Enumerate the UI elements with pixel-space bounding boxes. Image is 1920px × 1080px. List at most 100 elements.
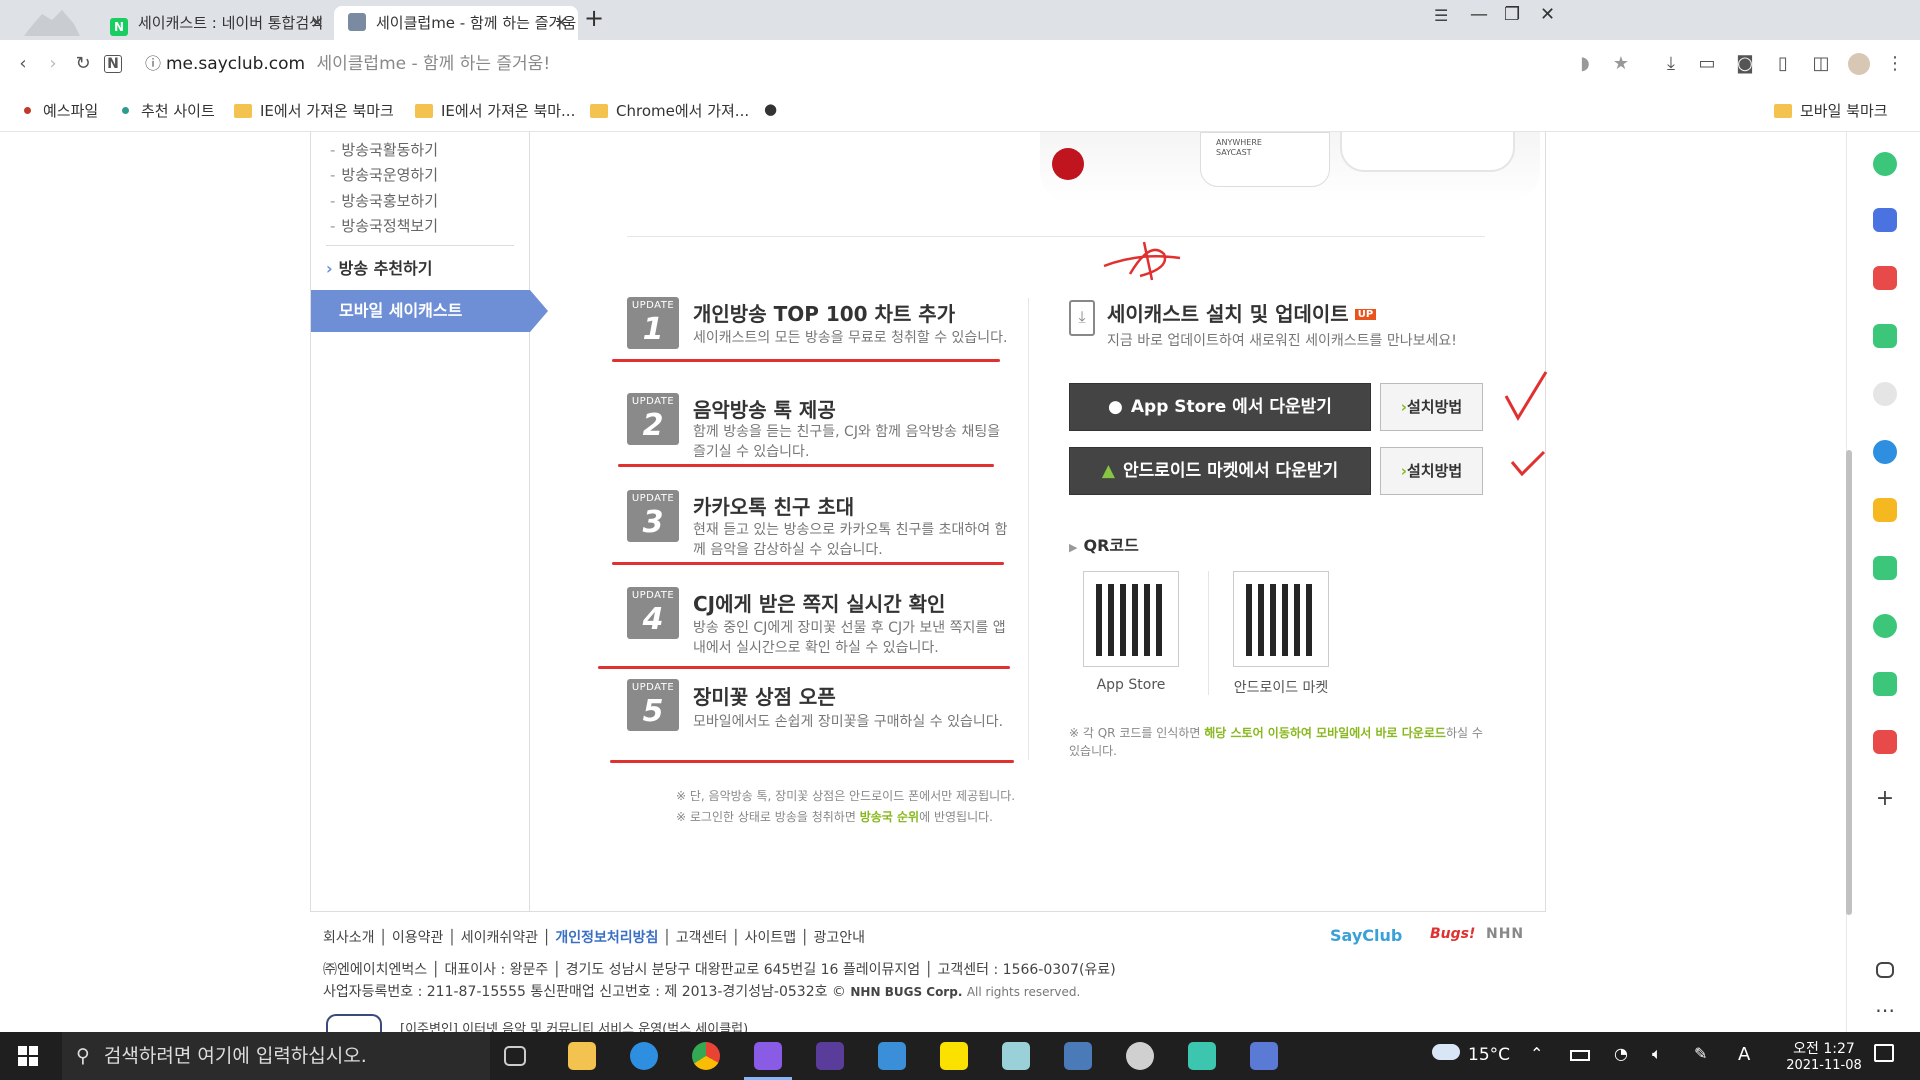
red-check-annotation [1508, 448, 1548, 478]
side-briefcase-icon[interactable] [1873, 208, 1897, 232]
tab-naver-search[interactable]: N 세이캐스트 : 네이버 통합검색 ✕ [96, 6, 334, 40]
nav-subitem[interactable]: 방송국홍보하기 [330, 190, 438, 211]
chevron-up-icon[interactable]: ⌃ [1530, 1044, 1543, 1063]
red-underline-annotation [610, 760, 1014, 763]
nav-subitem[interactable]: 방송국운영하기 [330, 164, 438, 185]
input-language[interactable]: A [1738, 1044, 1750, 1065]
update-badge-5: UPDATE 5 [627, 679, 679, 731]
app-teal-icon[interactable] [1002, 1042, 1030, 1070]
forward-icon[interactable]: › [42, 53, 64, 75]
side-more-icon[interactable]: ⋯ [1873, 998, 1897, 1022]
app-flower-icon[interactable] [1126, 1042, 1154, 1070]
appstore-howto-button[interactable]: ›설치방법 [1380, 383, 1483, 431]
pen-icon[interactable]: ✎ [1694, 1044, 1707, 1063]
side-papago-icon[interactable] [1873, 382, 1897, 406]
windows-start-icon[interactable] [18, 1046, 38, 1066]
menu-icon[interactable]: ⋮ [1884, 53, 1906, 75]
footer-link-terms[interactable]: 이용약관 [392, 930, 444, 946]
nav-subitem[interactable]: 방송국활동하기 [330, 139, 438, 160]
minimize-button[interactable]: — [1470, 4, 1488, 25]
rose-icon [1052, 148, 1084, 180]
footer-link-ads[interactable]: 광고안내 [814, 930, 866, 946]
whale-browser-icon[interactable] [754, 1042, 782, 1070]
weather-temp[interactable]: 15°C [1468, 1045, 1510, 1065]
back-icon[interactable]: ‹ [12, 53, 34, 75]
app-blue-icon[interactable] [878, 1042, 906, 1070]
nhn-logo[interactable]: NHN [1486, 926, 1524, 942]
nav-subitem[interactable]: 방송국정책보기 [330, 215, 438, 236]
app-settings-icon[interactable] [1064, 1042, 1092, 1070]
close-tab-icon[interactable]: ✕ [311, 6, 324, 40]
footer-link-saycash[interactable]: 세이캐쉬약관 [461, 930, 538, 946]
reader-icon[interactable]: ▯ [1772, 53, 1794, 75]
shield-icon[interactable]: ◗ [1574, 53, 1596, 75]
footer-link-sitemap[interactable]: 사이트맵 [745, 930, 797, 946]
video-icon[interactable]: ▭ [1696, 53, 1718, 75]
footer-link-privacy[interactable]: 개인정보처리방침 [555, 930, 658, 946]
task-view-icon[interactable] [504, 1046, 526, 1066]
side-panel-toggle-icon[interactable] [1876, 962, 1894, 978]
bookmark-yesfile[interactable]: 예스파일 [24, 100, 98, 121]
tab-search-icon[interactable]: ☰ [1434, 6, 1448, 25]
clock-date[interactable]: 2021-11-08 [1774, 1058, 1874, 1073]
side-star-icon[interactable] [1873, 498, 1897, 522]
taskbar-search-box[interactable]: ⚲ 검색하려면 여기에 입력하십시오. [62, 1032, 490, 1080]
wifi-icon[interactable]: ◔ [1614, 1044, 1628, 1063]
side-pocket-icon[interactable] [1873, 266, 1897, 290]
address-bar[interactable]: me.sayclub.com 세이클럽me - 함께 하는 즐거움! [166, 49, 1538, 79]
side-webtoon-icon[interactable] [1873, 556, 1897, 580]
more-bookmarks-dot[interactable]: ● [764, 100, 777, 118]
search-icon: ⚲ [76, 1045, 90, 1067]
capture-icon[interactable]: ◙ [1734, 53, 1756, 75]
tab-sayclub[interactable]: 세이클럽me - 함께 하는 즐거움 ✕ [334, 6, 578, 40]
footer-link-company[interactable]: 회사소개 [323, 930, 375, 946]
side-green-circle-icon[interactable] [1873, 152, 1897, 176]
bookmark-star-icon[interactable]: ★ [1610, 53, 1632, 75]
appstore-qr-code [1083, 571, 1179, 667]
side-now-icon[interactable] [1873, 730, 1897, 754]
side-square-icon[interactable] [1873, 672, 1897, 696]
page-scrollbar[interactable] [1846, 450, 1852, 915]
appstore-download-button[interactable]: ● App Store 에서 다운받기 [1069, 383, 1371, 431]
battery-icon[interactable] [1570, 1050, 1590, 1061]
site-info-icon[interactable]: ⓘ [142, 53, 164, 75]
file-explorer-icon[interactable] [568, 1042, 596, 1070]
close-tab-icon[interactable]: ✕ [555, 6, 568, 40]
new-tab-button[interactable]: + [584, 4, 604, 32]
red-check-annotation [1500, 368, 1550, 422]
calculator-icon[interactable] [1250, 1042, 1278, 1070]
side-edge-icon[interactable] [1873, 440, 1897, 464]
nav-active-mobile-saycast[interactable]: 모바일 세이캐스트 [311, 290, 530, 332]
tab-title: 세이클럽me - 함께 하는 즐거움 [376, 14, 577, 32]
app-dark-icon[interactable] [816, 1042, 844, 1070]
volume-icon[interactable]: 🔈︎ [1652, 1044, 1662, 1064]
naver-home-icon[interactable]: N [104, 55, 122, 73]
clock-time[interactable]: 오전 1:27 [1774, 1038, 1874, 1058]
bugs-logo[interactable]: Bugs! [1430, 926, 1475, 942]
bookmarks-bar: 예스파일 추천 사이트 IE에서 가져온 북마크 IE에서 가져온 북마... … [0, 88, 1920, 132]
side-play-icon[interactable] [1873, 614, 1897, 638]
download-icon[interactable]: ⤓ [1660, 53, 1682, 75]
nav-recommend[interactable]: › 방송 추천하기 [326, 255, 432, 279]
bookmark-folder-chrome[interactable]: Chrome에서 가져... [590, 100, 749, 121]
android-howto-button[interactable]: ›설치방법 [1380, 447, 1483, 495]
side-bell-icon[interactable] [1873, 324, 1897, 348]
edge-icon[interactable] [630, 1042, 658, 1070]
notification-icon[interactable] [1874, 1044, 1894, 1062]
android-download-button[interactable]: ▲ 안드로이드 마켓에서 다운받기 [1069, 447, 1371, 495]
bookmark-folder-ie-1[interactable]: IE에서 가져온 북마크 [234, 100, 394, 121]
bookmark-folder-mobile[interactable]: 모바일 북마크 [1774, 100, 1888, 121]
restore-button[interactable]: ❐ [1504, 4, 1520, 25]
bookmark-folder-ie-2[interactable]: IE에서 가져온 북마... [415, 100, 575, 121]
bookmark-recommended[interactable]: 추천 사이트 [122, 100, 215, 121]
reload-icon[interactable]: ↻ [72, 53, 94, 75]
avatar[interactable] [1848, 53, 1870, 75]
sidebar-toggle-icon[interactable]: ◫ [1810, 53, 1832, 75]
close-window-button[interactable]: ✕ [1540, 4, 1555, 25]
app-bird-icon[interactable] [1188, 1042, 1216, 1070]
chrome-icon[interactable] [692, 1042, 720, 1070]
footer-link-support[interactable]: 고객센터 [676, 930, 728, 946]
side-add-icon[interactable]: + [1873, 788, 1897, 812]
sayclub-logo[interactable]: SayClub [1330, 926, 1402, 945]
kakaotalk-icon[interactable] [940, 1042, 968, 1070]
